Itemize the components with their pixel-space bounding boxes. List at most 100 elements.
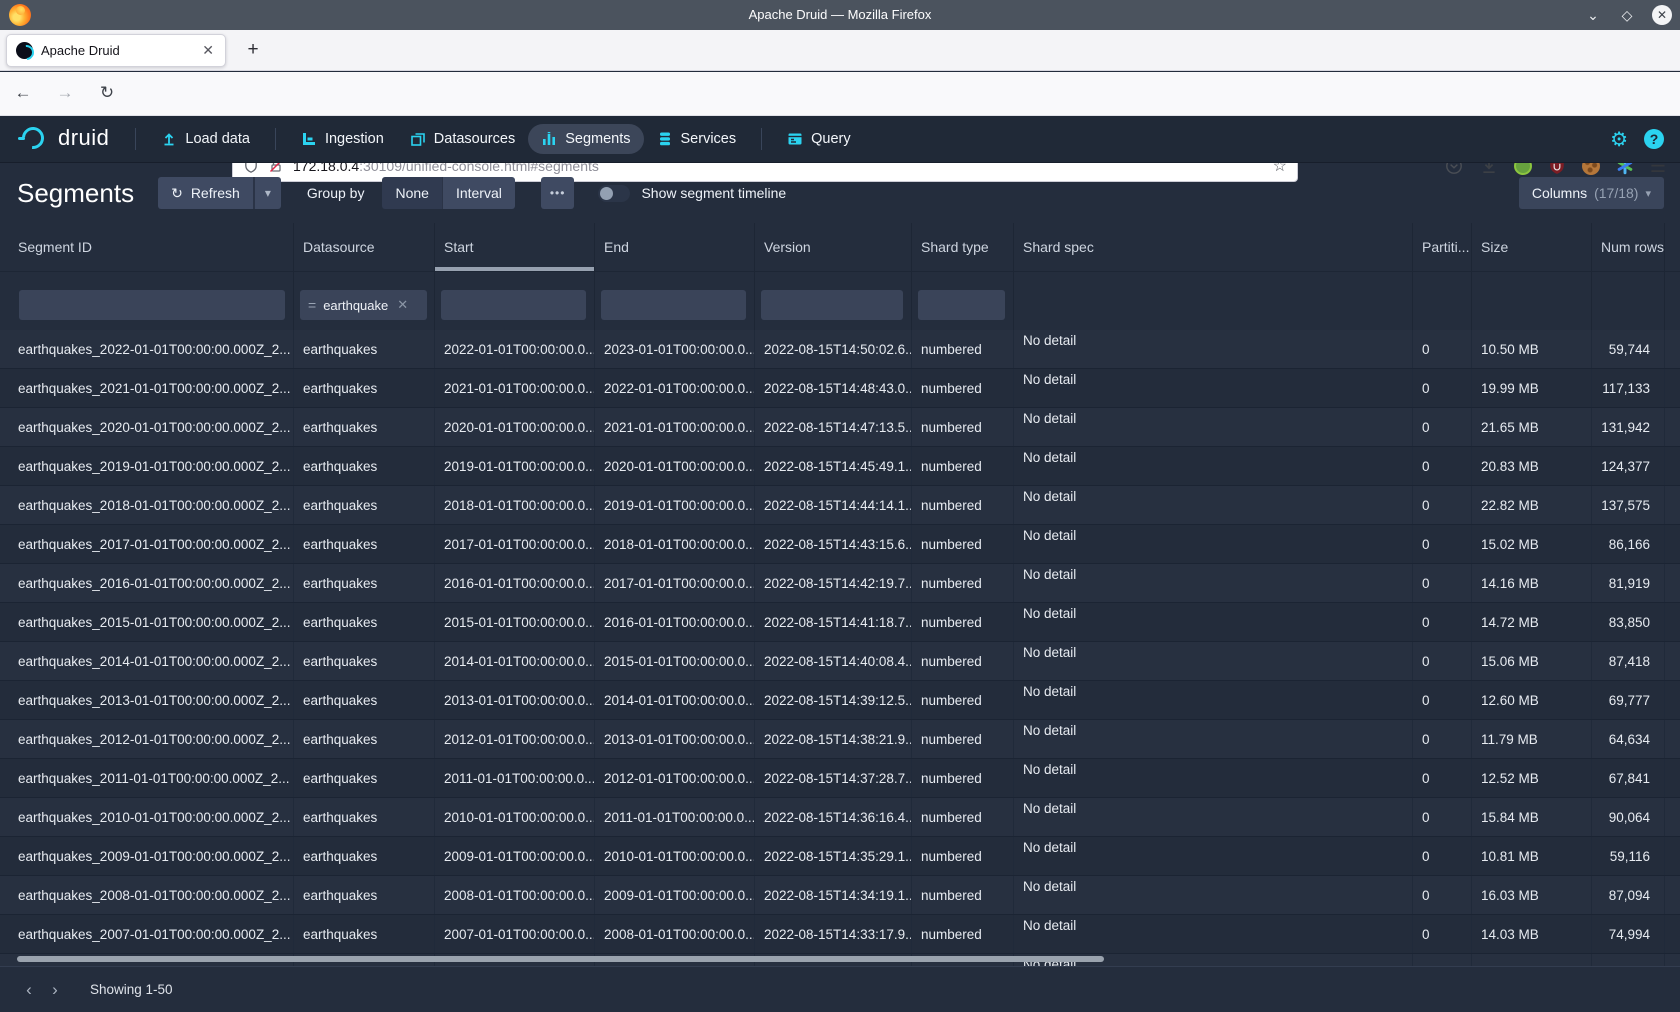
refresh-button[interactable]: ↻ Refresh <box>158 177 253 209</box>
cell-shard_spec: No detail <box>1014 525 1413 563</box>
column-header-version[interactable]: Version <box>755 223 912 271</box>
column-header-segment_id[interactable]: Segment ID <box>0 223 294 271</box>
cell-shard_type: numbered <box>912 759 1014 797</box>
more-options-button[interactable]: ••• <box>541 177 575 209</box>
filter-input-segment_id[interactable] <box>19 290 285 320</box>
segment-row[interactable]: earthquakes_2018-01-01T00:00:00.000Z_2..… <box>0 486 1680 525</box>
cell-shard_type: numbered <box>912 915 1014 953</box>
previous-page-button[interactable]: ‹ <box>16 977 42 1003</box>
new-tab-button[interactable]: + <box>240 37 266 63</box>
segment-row[interactable]: earthquakes_2010-01-01T00:00:00.000Z_2..… <box>0 798 1680 837</box>
cell-shard_spec: No detail <box>1014 603 1413 641</box>
segment-row[interactable]: earthquakes_2019-01-01T00:00:00.000Z_2..… <box>0 447 1680 486</box>
cell-num_rows: 81,919 <box>1592 564 1665 602</box>
segment-row[interactable]: earthquakes_2012-01-01T00:00:00.000Z_2..… <box>0 720 1680 759</box>
columns-count: (17/18) <box>1594 185 1638 201</box>
next-page-button[interactable]: › <box>42 977 68 1003</box>
cell-shard_type: numbered <box>912 330 1014 368</box>
cell-num_rows: 67,841 <box>1592 759 1665 797</box>
segment-row[interactable]: earthquakes_2021-01-01T00:00:00.000Z_2..… <box>0 369 1680 408</box>
cell-shard_spec: No detail <box>1014 759 1413 797</box>
nav-item-services[interactable]: Services <box>644 124 750 154</box>
segment-row[interactable]: earthquakes_2013-01-01T00:00:00.000Z_2..… <box>0 681 1680 720</box>
column-header-size[interactable]: Size <box>1472 223 1592 271</box>
group-by-interval-button[interactable]: Interval <box>442 177 515 209</box>
segment-row[interactable]: earthquakes_2015-01-01T00:00:00.000Z_2..… <box>0 603 1680 642</box>
segment-row[interactable]: earthquakes_2008-01-01T00:00:00.000Z_2..… <box>0 876 1680 915</box>
cell-size: 16.03 MB <box>1472 876 1592 914</box>
cell-start: 2010-01-01T00:00:00.0... <box>435 798 595 836</box>
cell-datasource: earthquakes <box>294 525 435 563</box>
horizontal-scrollbar-thumb[interactable] <box>17 956 1104 962</box>
filter-input-start[interactable] <box>441 290 586 320</box>
nav-item-load-data[interactable]: Load data <box>148 124 263 154</box>
cell-num_rows: 74,994 <box>1592 915 1665 953</box>
column-header-shard_spec[interactable]: Shard spec <box>1014 223 1413 271</box>
cell-shard_spec: No detail <box>1014 837 1413 875</box>
window-close-icon[interactable]: ✕ <box>1652 5 1672 25</box>
cell-size: 22.82 MB <box>1472 486 1592 524</box>
group-by-none-button[interactable]: None <box>382 177 441 209</box>
cell-start: 2013-01-01T00:00:00.0... <box>435 681 595 719</box>
cell-start: 2014-01-01T00:00:00.0... <box>435 642 595 680</box>
column-header-start[interactable]: Start <box>435 223 595 271</box>
cell-version: 2022-08-15T14:38:21.9... <box>755 720 912 758</box>
cell-size: 15.06 MB <box>1472 642 1592 680</box>
column-header-num_rows[interactable]: Num rows <box>1592 223 1665 271</box>
column-header-end[interactable]: End <box>595 223 755 271</box>
cell-shard_type: numbered <box>912 486 1014 524</box>
segment-row[interactable]: earthquakes_2014-01-01T00:00:00.000Z_2..… <box>0 642 1680 681</box>
refresh-icon: ↻ <box>171 185 183 202</box>
window-maximize-icon[interactable]: ◇ <box>1618 7 1636 24</box>
segments-icon <box>541 131 557 147</box>
segment-row[interactable]: earthquakes_2009-01-01T00:00:00.000Z_2..… <box>0 837 1680 876</box>
cell-size <box>1472 954 1592 966</box>
filter-input-shard_type[interactable] <box>918 290 1005 320</box>
remove-filter-icon[interactable]: ✕ <box>397 297 408 313</box>
browser-tab[interactable]: Apache Druid ✕ <box>6 34 226 67</box>
filter-input-end[interactable] <box>601 290 746 320</box>
cell-num_rows: 137,575 <box>1592 486 1665 524</box>
help-icon[interactable]: ? <box>1644 129 1664 149</box>
cell-datasource: earthquakes <box>294 915 435 953</box>
segment-row[interactable]: earthquakes_2017-01-01T00:00:00.000Z_2..… <box>0 525 1680 564</box>
cell-datasource: earthquakes <box>294 408 435 446</box>
table-body: earthquakes_2022-01-01T00:00:00.000Z_2..… <box>0 330 1680 966</box>
column-header-shard_type[interactable]: Shard type <box>912 223 1014 271</box>
nav-item-ingestion[interactable]: Ingestion <box>288 124 397 154</box>
cell-partition: 0 <box>1413 330 1472 368</box>
tab-close-icon[interactable]: ✕ <box>200 42 216 59</box>
cell-num_rows: 90,064 <box>1592 798 1665 836</box>
filter-input-version[interactable] <box>761 290 903 320</box>
segment-timeline-toggle[interactable] <box>598 185 630 202</box>
column-header-partition[interactable]: Partiti... <box>1413 223 1472 271</box>
segment-row[interactable]: earthquakes_2011-01-01T00:00:00.000Z_2..… <box>0 759 1680 798</box>
segment-row[interactable]: earthquakes_2007-01-01T00:00:00.000Z_2..… <box>0 915 1680 954</box>
segment-row[interactable]: earthquakes_2020-01-01T00:00:00.000Z_2..… <box>0 408 1680 447</box>
segment-row[interactable]: earthquakes_2022-01-01T00:00:00.000Z_2..… <box>0 330 1680 369</box>
back-button[interactable]: ← <box>8 78 38 108</box>
filter-tag-datasource[interactable]: =earthquake✕ <box>300 290 427 320</box>
nav-item-query[interactable]: Query <box>774 124 864 154</box>
nav-item-segments[interactable]: Segments <box>528 124 643 154</box>
page-title: Segments <box>17 178 134 209</box>
cell-start: 2015-01-01T00:00:00.0... <box>435 603 595 641</box>
segments-control-bar: Segments ↻ Refresh ▾ Group by None Inter… <box>0 163 1680 223</box>
refresh-menu-button[interactable]: ▾ <box>253 177 281 209</box>
column-header-label: Num rows <box>1601 239 1664 255</box>
columns-button[interactable]: Columns (17/18) ▾ <box>1519 177 1664 209</box>
segment-row[interactable]: earthquakes_2016-01-01T00:00:00.000Z_2..… <box>0 564 1680 603</box>
cell-shard_type: numbered <box>912 564 1014 602</box>
cell-partition: 0 <box>1413 681 1472 719</box>
cell-num_rows: 83,850 <box>1592 603 1665 641</box>
settings-gear-icon[interactable]: ⚙ <box>1610 127 1628 152</box>
cell-start: 2008-01-01T00:00:00.0... <box>435 876 595 914</box>
nav-item-datasources[interactable]: Datasources <box>397 124 528 154</box>
column-header-datasource[interactable]: Datasource <box>294 223 435 271</box>
cell-end: 2020-01-01T00:00:00.0... <box>595 447 755 485</box>
window-minimize-icon[interactable]: ⌄ <box>1584 7 1602 24</box>
table-filter-row: =earthquake✕ <box>0 272 1680 330</box>
filter-cell-segment_id <box>0 272 294 330</box>
forward-button[interactable]: → <box>50 78 80 108</box>
reload-button[interactable]: ↻ <box>92 78 122 108</box>
